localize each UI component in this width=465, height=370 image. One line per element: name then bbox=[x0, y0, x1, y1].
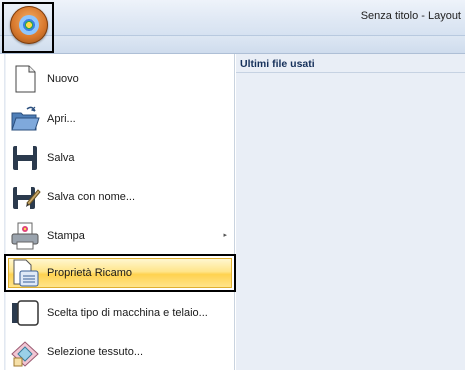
recent-files-panel: Ultimi file usati bbox=[236, 54, 465, 370]
new-document-icon bbox=[9, 63, 41, 95]
menu-item-save-as[interactable]: Salva con nome... bbox=[8, 178, 233, 216]
menu-item-new[interactable]: Nuovo bbox=[8, 60, 233, 98]
menu-item-embroidery-properties[interactable]: Proprietà Ricamo bbox=[8, 254, 233, 292]
menu-item-open[interactable]: Apri... bbox=[8, 100, 233, 138]
menu-item-label: Salva bbox=[47, 152, 75, 164]
fabric-select-icon bbox=[9, 336, 41, 368]
embroidery-properties-icon bbox=[9, 257, 41, 289]
print-icon bbox=[9, 220, 41, 252]
menu-item-save[interactable]: Salva bbox=[8, 139, 233, 177]
machine-hoop-icon bbox=[9, 297, 41, 329]
save-disk-icon bbox=[9, 142, 41, 174]
application-menu: Nuovo Apri... Salva Salva con nome... St… bbox=[0, 54, 465, 370]
menu-item-label: Scelta tipo di macchina e telaio... bbox=[47, 307, 208, 319]
save-as-icon bbox=[9, 181, 41, 213]
menu-item-fabric-select[interactable]: Selezione tessuto... bbox=[8, 333, 233, 370]
menu-item-label: Proprietà Ricamo bbox=[47, 267, 132, 279]
menu-item-label: Apri... bbox=[47, 113, 76, 125]
menu-commands-panel: Nuovo Apri... Salva Salva con nome... St… bbox=[0, 54, 236, 370]
window-title: Senza titolo - Layout bbox=[360, 10, 461, 22]
open-folder-icon bbox=[9, 103, 41, 135]
menu-item-label: Selezione tessuto... bbox=[47, 346, 144, 358]
ribbon-strip bbox=[0, 36, 465, 54]
menu-item-print[interactable]: Stampa ▸ bbox=[8, 217, 233, 255]
flower-logo-icon bbox=[19, 15, 39, 35]
title-bar: Senza titolo - Layout bbox=[0, 0, 465, 36]
submenu-arrow-icon: ▸ bbox=[223, 232, 227, 239]
recent-files-header: Ultimi file usati bbox=[236, 54, 465, 73]
application-button[interactable] bbox=[10, 6, 48, 44]
menu-item-label: Nuovo bbox=[47, 73, 79, 85]
menu-item-label: Stampa bbox=[47, 230, 85, 242]
menu-item-label: Salva con nome... bbox=[47, 191, 136, 203]
menu-item-machine-hoop[interactable]: Scelta tipo di macchina e telaio... bbox=[8, 294, 233, 332]
